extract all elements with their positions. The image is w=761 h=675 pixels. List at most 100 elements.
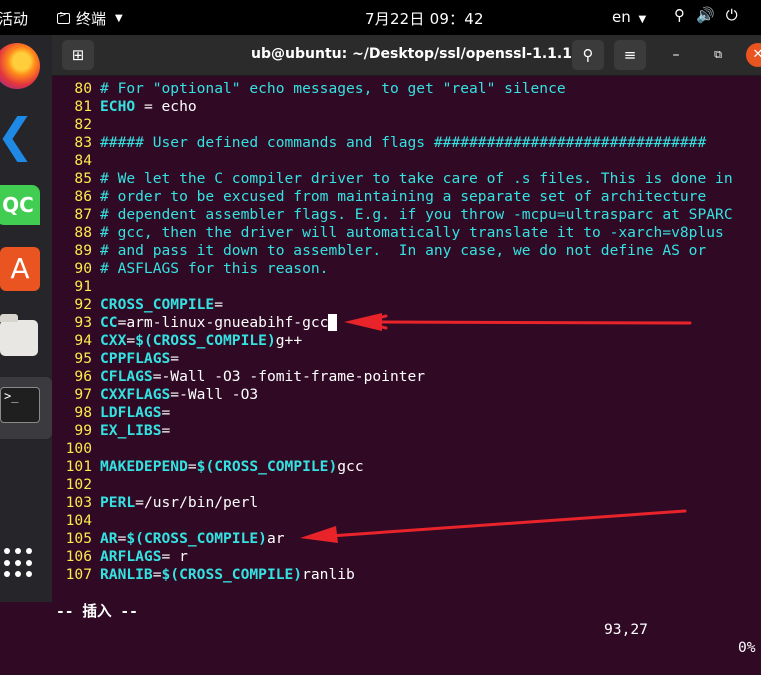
line-code: EX_LIBS=	[100, 422, 170, 440]
comment-text: # and pass it down to assembler. In any …	[100, 242, 707, 259]
app-menu-label: 终端	[76, 10, 107, 28]
line-number: 94	[74, 332, 92, 349]
comment-text: # ASFLAGS for this reason.	[100, 260, 329, 277]
dock: ❮ QC A >_	[0, 35, 52, 602]
line-code: RANLIB=$(CROSS_COMPILE)ranlib	[100, 566, 355, 584]
ubuntu-software-icon[interactable]: A	[0, 247, 40, 291]
variable-value: =	[161, 404, 171, 421]
line-number: 105	[65, 530, 92, 547]
vscode-icon[interactable]: ❮	[0, 112, 40, 158]
variable-name: ECHO	[100, 98, 136, 115]
line-number: 106	[65, 548, 92, 565]
cursor-position: 93,27	[604, 621, 648, 638]
files-icon[interactable]	[0, 314, 38, 356]
variable-name: CROSS_COMPILE	[100, 296, 215, 313]
scroll-percent: 0%	[738, 639, 756, 656]
variable-name: EX_LIBS	[100, 422, 162, 439]
close-button[interactable]: ✕	[746, 43, 761, 67]
line-number: 107	[65, 566, 92, 583]
line-code: CC=arm-linux-gnueabihf-gcc	[100, 314, 338, 332]
window-title: ub@ubuntu: ~/Desktop/ssl/openssl-1.1.1g	[251, 46, 582, 62]
variable-value: =/usr/bin/perl	[135, 494, 259, 511]
input-method-indicator[interactable]: en ▼	[612, 8, 646, 26]
variable-name: LDFLAGS	[100, 404, 162, 421]
clock[interactable]: 7月22日 09：42	[365, 8, 484, 29]
line-code: AR=$(CROSS_COMPILE)ar	[100, 530, 285, 548]
line-number: 81	[74, 98, 92, 115]
top-bar: 活动 终端 ▼ 7月22日 09：42 en ▼ ⚲ 🔊 ⏻	[0, 0, 761, 35]
line-code: CXX=$(CROSS_COMPILE)g++	[100, 332, 302, 350]
show-applications-icon[interactable]	[4, 548, 34, 578]
line-code: ARFLAGS= r	[100, 548, 188, 566]
minimize-button[interactable]: –	[664, 43, 688, 67]
variable-name: CXX	[100, 332, 127, 349]
line-number: 92	[74, 296, 92, 313]
activities-button[interactable]: 活动	[0, 8, 28, 29]
line-code: MAKEDEPEND=$(CROSS_COMPILE)gcc	[100, 458, 364, 476]
chevron-down-icon: ▼	[638, 14, 647, 25]
comment-text: # gcc, then the driver will automaticall…	[100, 224, 724, 241]
app-menu[interactable]: 终端 ▼	[57, 8, 123, 29]
power-icon: ⏻	[725, 6, 738, 24]
restore-icon: ⧉	[714, 48, 722, 61]
line-code: CPPFLAGS=	[100, 350, 179, 368]
comment-text: # order to be excused from maintaining a…	[100, 188, 707, 205]
line-number: 86	[74, 188, 92, 205]
variable-value: =$(CROSS_COMPILE)ranlib	[152, 566, 355, 583]
variable-value: =-Wall -O3 -fomit-frame-pointer	[152, 368, 426, 385]
terminal-icon	[57, 10, 70, 24]
comment-text: # For "optional" echo messages, to get "…	[100, 80, 566, 97]
terminal-dock-icon[interactable]: >_	[0, 387, 40, 423]
line-code: # We let the C compiler driver to take c…	[100, 170, 733, 188]
line-code: CROSS_COMPILE=	[100, 296, 223, 314]
line-number: 102	[65, 476, 92, 493]
line-number: 100	[65, 440, 92, 457]
line-code: CXXFLAGS=-Wall -O3	[100, 386, 258, 404]
variable-value: =-Wall -O3	[170, 386, 259, 403]
line-code: ##### User defined commands and flags ##…	[100, 134, 706, 152]
vim-editor[interactable]: -- 插入 -- 93,27 0% 80 # For "optional" ech…	[52, 76, 761, 656]
line-number: 89	[74, 242, 92, 259]
line-code: ECHO = echo	[100, 98, 197, 116]
firefox-icon[interactable]	[0, 43, 40, 89]
maximize-button[interactable]: ⧉	[706, 43, 730, 67]
line-code: # order to be excused from maintaining a…	[100, 188, 706, 206]
qt-creator-icon[interactable]: QC	[0, 185, 40, 225]
variable-value: =	[214, 296, 224, 313]
line-number: 87	[74, 206, 92, 223]
line-number: 95	[74, 350, 92, 367]
line-number: 90	[74, 260, 92, 277]
variable-value: =	[170, 350, 180, 367]
line-number: 93	[74, 314, 92, 331]
line-number: 103	[65, 494, 92, 511]
variable-value: =$(CROSS_COMPILE)gcc	[187, 458, 364, 475]
variable-value: =	[161, 422, 171, 439]
chevron-down-icon: ▼	[115, 13, 123, 24]
system-tray[interactable]: ⚲ 🔊 ⏻	[674, 6, 738, 24]
minimize-icon: –	[672, 47, 680, 63]
volume-icon: 🔊	[696, 6, 715, 24]
line-code: LDFLAGS=	[100, 404, 170, 422]
line-number: 83	[74, 134, 92, 151]
line-number: 85	[74, 170, 92, 187]
line-number: 80	[74, 80, 92, 97]
vim-status-line: -- 插入 -- 93,27 0%	[52, 585, 761, 656]
variable-name: RANLIB	[100, 566, 153, 583]
menu-button[interactable]: ≡	[614, 40, 646, 70]
line-number: 101	[65, 458, 92, 475]
line-number: 104	[65, 512, 92, 529]
search-button[interactable]: ⚲	[572, 40, 604, 70]
comment-text: # We let the C compiler driver to take c…	[100, 170, 733, 187]
close-icon: ✕	[752, 47, 761, 62]
line-number: 88	[74, 224, 92, 241]
qt-creator-label: QC	[2, 193, 34, 217]
variable-value: = r	[161, 548, 188, 565]
variable-value: = echo	[135, 98, 197, 115]
line-number: 98	[74, 404, 92, 421]
line-code: # ASFLAGS for this reason.	[100, 260, 328, 278]
text-cursor	[328, 314, 338, 331]
variable-value: =arm-linux-gnueabihf-gcc	[117, 314, 329, 331]
terminal-dock-label: >_	[4, 389, 19, 403]
line-code: # For "optional" echo messages, to get "…	[100, 80, 566, 98]
variable-name: CC	[100, 314, 118, 331]
